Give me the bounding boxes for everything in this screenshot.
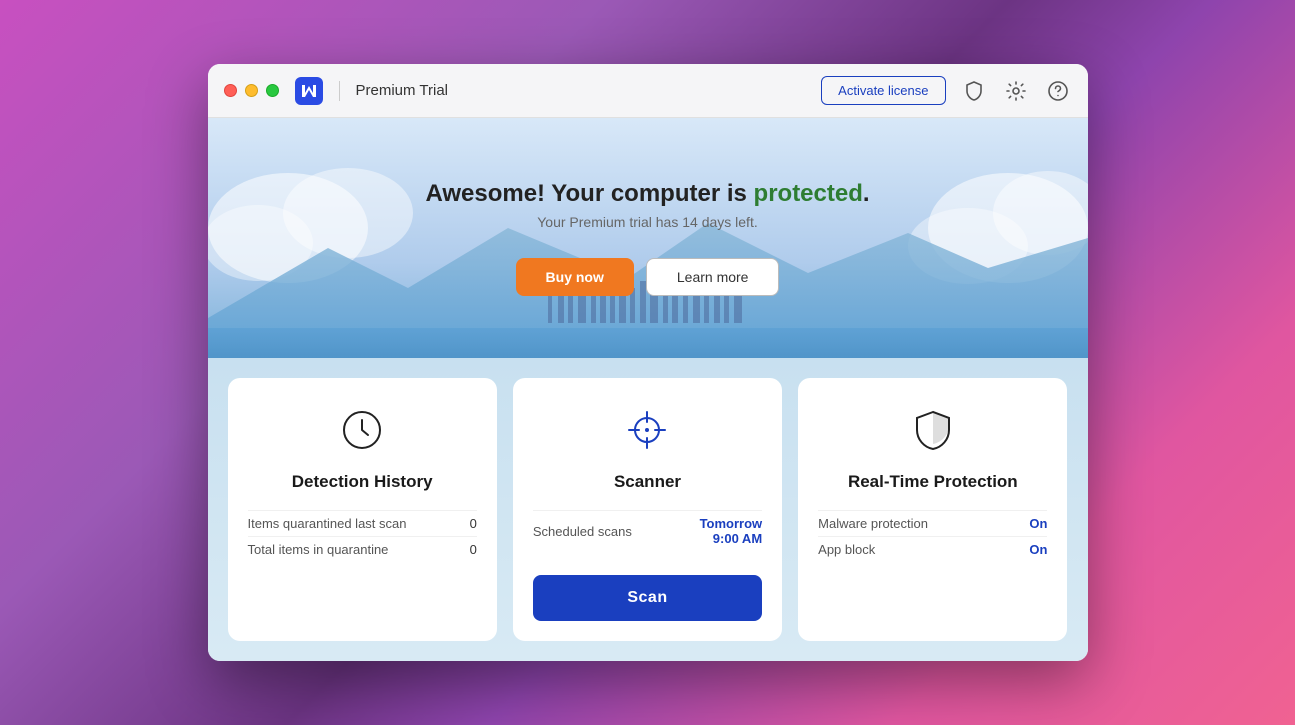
hero-title-suffix: . xyxy=(863,180,870,207)
stat-label: App block xyxy=(818,542,875,557)
titlebar-actions: Activate license xyxy=(821,76,1071,105)
hero-title: Awesome! Your computer is protected. xyxy=(425,180,869,208)
app-logo: Premium Trial xyxy=(295,77,449,105)
detection-stats: Items quarantined last scan 0 Total item… xyxy=(248,510,477,562)
stat-row-quarantined-last: Items quarantined last scan 0 xyxy=(248,510,477,536)
realtime-protection-card: Real-Time Protection Malware protection … xyxy=(798,378,1067,641)
scanner-card: Scanner Scheduled scans Tomorrow9:00 AM … xyxy=(513,378,782,641)
stat-row-appblock: App block On xyxy=(818,536,1047,562)
app-title: Premium Trial xyxy=(356,82,449,99)
crosshair-icon xyxy=(623,406,671,454)
help-button[interactable] xyxy=(1044,77,1072,105)
hero-buttons: Buy now Learn more xyxy=(516,258,780,296)
hero-section: Awesome! Your computer is protected. You… xyxy=(208,118,1088,358)
stat-value: 0 xyxy=(470,542,477,557)
buy-now-button[interactable]: Buy now xyxy=(516,258,634,296)
malwarebytes-logo-icon xyxy=(295,77,323,105)
learn-more-button[interactable]: Learn more xyxy=(646,258,780,296)
stat-row-scheduled-scans: Scheduled scans Tomorrow9:00 AM xyxy=(533,510,762,551)
stat-row-malware: Malware protection On xyxy=(818,510,1047,536)
settings-button[interactable] xyxy=(1002,77,1030,105)
realtime-protection-title: Real-Time Protection xyxy=(848,472,1018,492)
stat-value-appblock: On xyxy=(1029,542,1047,557)
close-button[interactable] xyxy=(224,84,237,97)
maximize-button[interactable] xyxy=(266,84,279,97)
stat-value-scheduled: Tomorrow9:00 AM xyxy=(700,516,763,546)
scanner-title: Scanner xyxy=(614,472,681,492)
stat-label: Scheduled scans xyxy=(533,524,632,539)
activate-license-button[interactable]: Activate license xyxy=(821,76,945,105)
protection-stats: Malware protection On App block On xyxy=(818,510,1047,562)
titlebar: Premium Trial Activate license xyxy=(208,64,1088,118)
minimize-button[interactable] xyxy=(245,84,258,97)
hero-title-highlight: protected xyxy=(754,180,863,207)
hero-title-prefix: Awesome! Your computer is xyxy=(425,180,753,207)
stat-label: Items quarantined last scan xyxy=(248,516,407,531)
stat-value-malware: On xyxy=(1029,516,1047,531)
detection-history-icon xyxy=(334,402,390,458)
hero-text: Awesome! Your computer is protected. You… xyxy=(425,180,869,248)
gear-icon xyxy=(1005,80,1027,102)
shield-button[interactable] xyxy=(960,77,988,105)
cards-section: Detection History Items quarantined last… xyxy=(208,358,1088,661)
detection-history-card: Detection History Items quarantined last… xyxy=(228,378,497,641)
logo-divider xyxy=(339,81,340,101)
clock-icon xyxy=(338,406,386,454)
stat-row-total-quarantine: Total items in quarantine 0 xyxy=(248,536,477,562)
realtime-protection-icon xyxy=(905,402,961,458)
traffic-lights xyxy=(224,84,279,97)
hero-subtitle: Your Premium trial has 14 days left. xyxy=(425,214,869,230)
stat-value: 0 xyxy=(470,516,477,531)
stat-label: Total items in quarantine xyxy=(248,542,389,557)
scan-button[interactable]: Scan xyxy=(533,575,762,621)
scanner-stats: Scheduled scans Tomorrow9:00 AM xyxy=(533,510,762,551)
stat-label: Malware protection xyxy=(818,516,928,531)
shield-icon xyxy=(963,80,985,102)
help-icon xyxy=(1047,80,1069,102)
shield-half-icon xyxy=(909,406,957,454)
app-window: Premium Trial Activate license xyxy=(208,64,1088,661)
scanner-icon xyxy=(619,402,675,458)
detection-history-title: Detection History xyxy=(292,472,433,492)
